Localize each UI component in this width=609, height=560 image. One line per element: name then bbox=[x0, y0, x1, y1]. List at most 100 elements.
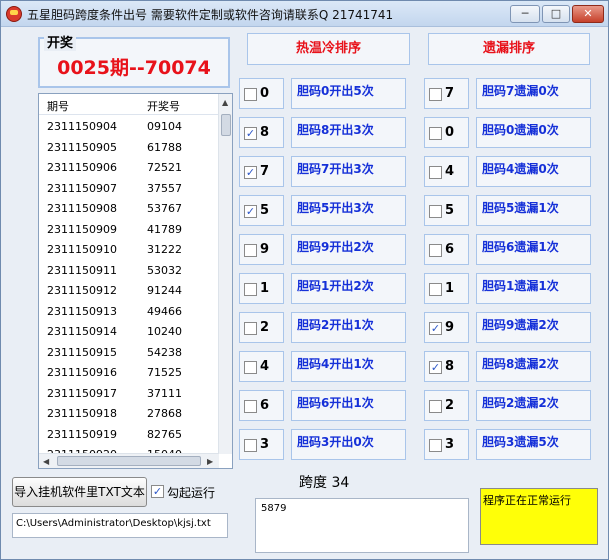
checkbox-box[interactable] bbox=[244, 361, 257, 374]
checkbox-box[interactable]: ✓ bbox=[244, 127, 257, 140]
miss-stat-label: 胆码0遗漏0次 bbox=[476, 117, 591, 148]
hot-checkbox[interactable]: 3 bbox=[239, 429, 284, 460]
scroll-right-icon[interactable]: ▶ bbox=[207, 457, 213, 466]
checkbox-box[interactable] bbox=[429, 205, 442, 218]
main-window: 五星胆码跨度条件出号 需要软件定制或软件咨询请联系Q 21741741 ─ □ … bbox=[0, 0, 609, 560]
file-path-field[interactable]: C:\Users\Administrator\Desktop\kjsj.txt bbox=[12, 513, 228, 538]
run-checkbox-box[interactable]: ✓ bbox=[151, 485, 164, 498]
table-row[interactable]: 2311150916 71525 bbox=[39, 362, 219, 383]
table-row[interactable]: 2311150913 49466 bbox=[39, 301, 219, 322]
digit-label: 5 bbox=[445, 203, 455, 218]
scroll-up-icon[interactable]: ▲ bbox=[222, 98, 228, 107]
column-header-number[interactable]: 开奖号 bbox=[147, 98, 180, 114]
checkbox-box[interactable] bbox=[244, 400, 257, 413]
row-number: 61788 bbox=[147, 140, 182, 154]
miss-checkbox[interactable]: 7 bbox=[424, 78, 469, 109]
checkbox-box[interactable] bbox=[244, 322, 257, 335]
title-bar[interactable]: 五星胆码跨度条件出号 需要软件定制或软件咨询请联系Q 21741741 ─ □ … bbox=[1, 1, 608, 27]
row-period: 2311150904 bbox=[47, 120, 117, 133]
table-row[interactable]: 2311150909 41789 bbox=[39, 219, 219, 240]
close-button[interactable]: ✕ bbox=[572, 5, 604, 23]
horizontal-scroll-thumb[interactable] bbox=[57, 456, 201, 466]
vertical-scroll-thumb[interactable] bbox=[221, 114, 231, 136]
hot-checkbox[interactable]: ✓ 5 bbox=[239, 195, 284, 226]
checkbox-box[interactable]: ✓ bbox=[429, 322, 442, 335]
table-row[interactable]: 2311150918 27868 bbox=[39, 403, 219, 424]
digit-label: 3 bbox=[445, 437, 455, 452]
vertical-scrollbar[interactable]: ▲ bbox=[218, 94, 232, 454]
table-row[interactable]: 2311150917 37111 bbox=[39, 383, 219, 404]
run-checkbox-label: 勾起运行 bbox=[167, 486, 216, 500]
import-txt-button[interactable]: 导入挂机软件里TXT文本 bbox=[12, 477, 147, 507]
horizontal-scrollbar[interactable]: ◀ ▶ bbox=[39, 453, 219, 468]
digit-label: 7 bbox=[445, 86, 455, 101]
row-number: 32644 bbox=[147, 469, 182, 470]
maximize-button[interactable]: □ bbox=[542, 5, 570, 23]
checkbox-box[interactable] bbox=[429, 127, 442, 140]
hot-checkbox[interactable]: 9 bbox=[239, 234, 284, 265]
checkbox-box[interactable] bbox=[429, 166, 442, 179]
draw-history-list[interactable]: 期号 开奖号 2311150904 09104 2311150905 61788 231… bbox=[38, 93, 233, 469]
hot-checkbox[interactable]: ✓ 7 bbox=[239, 156, 284, 187]
miss-checkbox[interactable]: ✓ 8 bbox=[424, 351, 469, 382]
hot-stat-label: 胆码7开出3次 bbox=[291, 156, 406, 187]
row-number: 10240 bbox=[147, 325, 182, 338]
miss-checkbox[interactable]: 2 bbox=[424, 390, 469, 421]
window-title: 五星胆码跨度条件出号 需要软件定制或软件咨询请联系Q 21741741 bbox=[27, 8, 394, 22]
column-header-period[interactable]: 期号 bbox=[47, 98, 69, 114]
hot-checkbox[interactable]: ✓ 8 bbox=[239, 117, 284, 148]
table-row[interactable]: 2311150919 82765 bbox=[39, 424, 219, 445]
hot-checkbox[interactable]: 0 bbox=[239, 78, 284, 109]
checkbox-box[interactable] bbox=[429, 283, 442, 296]
hot-checkbox[interactable]: 1 bbox=[239, 273, 284, 304]
row-number: 54238 bbox=[147, 345, 182, 359]
table-row[interactable]: 2311150910 31222 bbox=[39, 239, 219, 260]
checkbox-box[interactable] bbox=[429, 244, 442, 257]
checkbox-box[interactable] bbox=[429, 439, 442, 452]
checkbox-box[interactable] bbox=[429, 88, 442, 101]
checkbox-box[interactable] bbox=[244, 244, 257, 257]
scroll-left-icon[interactable]: ◀ bbox=[43, 457, 49, 466]
checkbox-box[interactable] bbox=[244, 439, 257, 452]
miss-checkbox[interactable]: 3 bbox=[424, 429, 469, 460]
table-row[interactable]: 2311150905 61788 bbox=[39, 137, 219, 158]
minimize-button[interactable]: ─ bbox=[510, 5, 540, 23]
miss-checkbox[interactable]: 4 bbox=[424, 156, 469, 187]
table-row[interactable]: 2311150914 10240 bbox=[39, 321, 219, 342]
checkbox-box[interactable]: ✓ bbox=[429, 361, 442, 374]
checkbox-box[interactable]: ✓ bbox=[244, 205, 257, 218]
table-row[interactable]: 2311150906 72521 bbox=[39, 157, 219, 178]
row-period: 2311150905 bbox=[47, 140, 117, 154]
row-period: 2311150916 bbox=[47, 366, 117, 379]
table-row[interactable]: 2311150912 91244 bbox=[39, 280, 219, 301]
checkbox-box[interactable]: ✓ bbox=[244, 166, 257, 179]
table-row[interactable]: 2311150911 53032 bbox=[39, 260, 219, 281]
checkbox-box[interactable] bbox=[244, 88, 257, 101]
run-checkbox[interactable]: ✓ 勾起运行 bbox=[151, 483, 219, 503]
hot-stat-label: 胆码8开出3次 bbox=[291, 117, 406, 148]
lottery-result-panel: 开奖 0025期--70074 bbox=[38, 32, 230, 88]
miss-checkbox[interactable]: 0 bbox=[424, 117, 469, 148]
miss-checkbox[interactable]: 5 bbox=[424, 195, 469, 226]
hot-stat-label: 胆码5开出3次 bbox=[291, 195, 406, 226]
digit-label: 7 bbox=[260, 164, 270, 179]
checkbox-box[interactable] bbox=[244, 283, 257, 296]
hot-checkbox[interactable]: 4 bbox=[239, 351, 284, 382]
table-row[interactable]: 2311150907 37557 bbox=[39, 178, 219, 199]
hot-checkbox[interactable]: 2 bbox=[239, 312, 284, 343]
miss-checkbox[interactable]: ✓ 9 bbox=[424, 312, 469, 343]
row-period: 2311150921 bbox=[47, 469, 117, 470]
hot-checkbox[interactable]: 6 bbox=[239, 390, 284, 421]
hot-cold-sort-header: 热温冷排序 bbox=[247, 33, 410, 65]
miss-checkbox[interactable]: 6 bbox=[424, 234, 469, 265]
table-row[interactable]: 2311150908 53767 bbox=[39, 198, 219, 219]
row-period: 2311150909 bbox=[47, 222, 117, 236]
row-number: 91244 bbox=[147, 284, 182, 297]
miss-checkbox[interactable]: 1 bbox=[424, 273, 469, 304]
table-row[interactable]: 2311150904 09104 bbox=[39, 116, 219, 137]
output-textarea[interactable]: 5879 bbox=[255, 498, 469, 553]
checkbox-box[interactable] bbox=[429, 400, 442, 413]
table-row[interactable]: 2311150915 54238 bbox=[39, 342, 219, 363]
miss-stat-label: 胆码1遗漏1次 bbox=[476, 273, 591, 304]
digit-label: 0 bbox=[445, 125, 455, 140]
